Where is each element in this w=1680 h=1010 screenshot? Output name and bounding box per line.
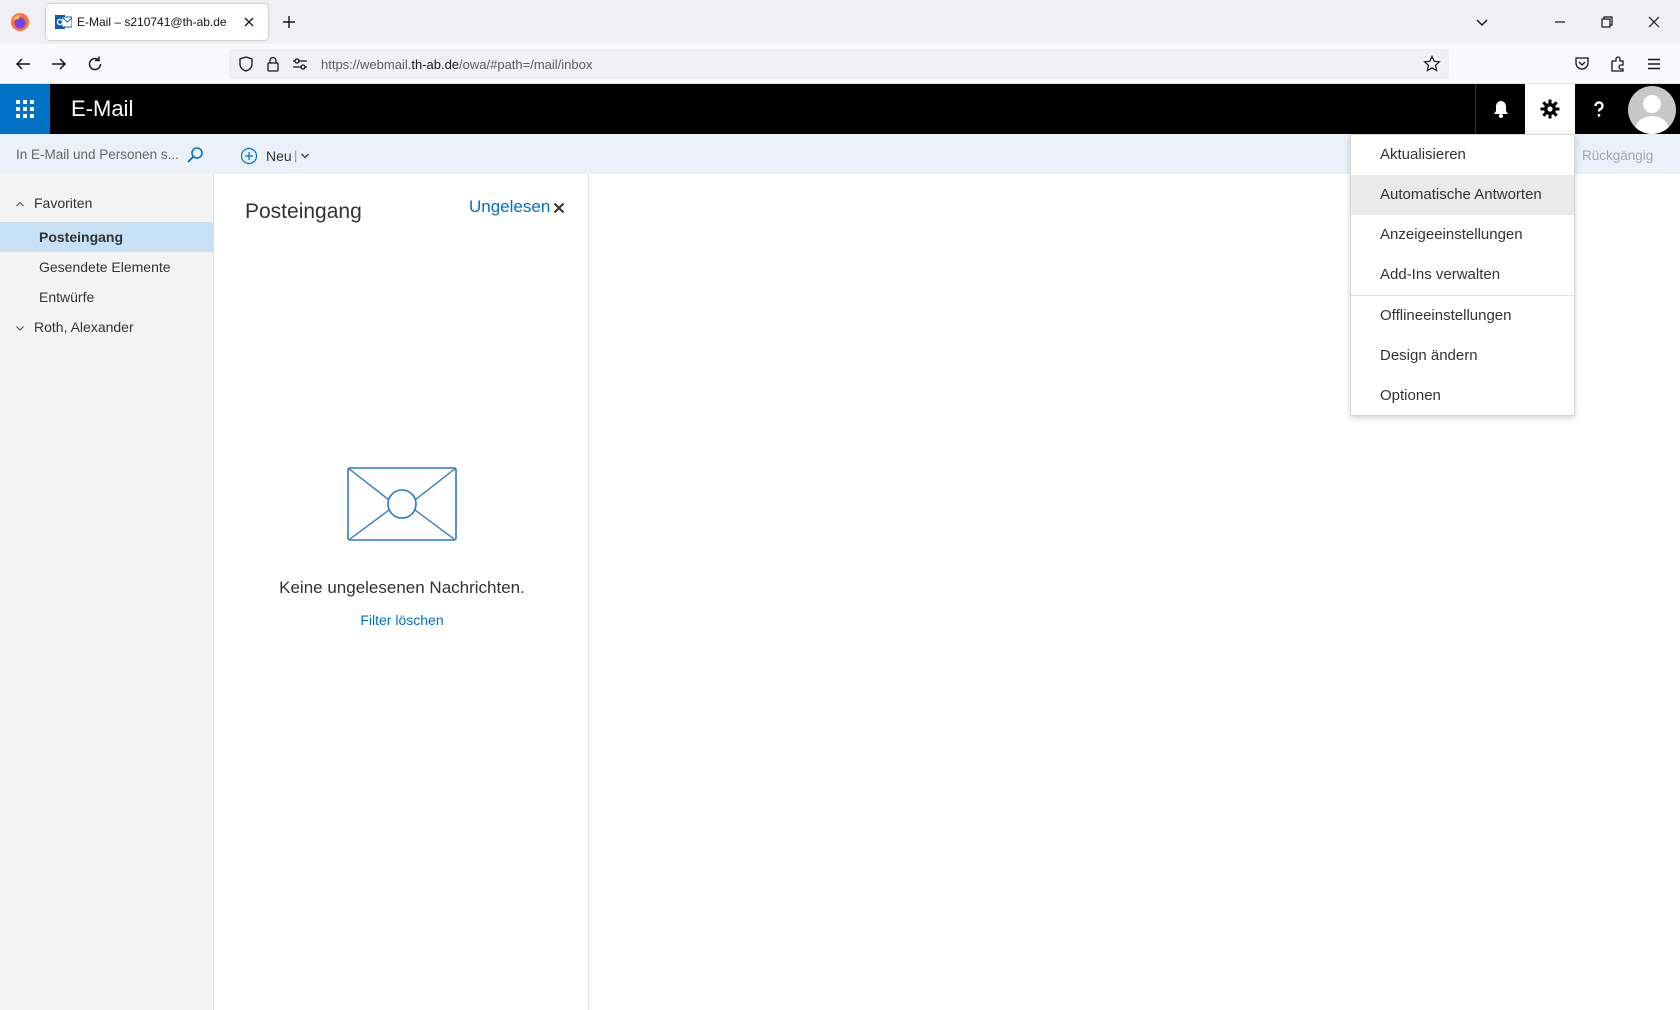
chevron-down-icon <box>16 326 24 331</box>
browser-nav-bar: https://webmail.th-ab.de/owa/#path=/mail… <box>0 44 1680 84</box>
folder-inbox[interactable]: Posteingang <box>0 222 213 252</box>
search-box[interactable]: In E-Mail und Personen s... <box>0 134 214 174</box>
clear-filter-link-text[interactable]: Filter löschen <box>360 612 443 628</box>
favorites-label: Favoriten <box>34 195 93 211</box>
folder-label: Gesendete Elemente <box>39 259 171 275</box>
notifications-bell-icon[interactable] <box>1476 84 1526 134</box>
menu-item-automatic-replies[interactable]: Automatische Antworten <box>1351 175 1574 215</box>
browser-tab-active[interactable]: E-Mail – s210741@th-ab.de <box>46 4 268 40</box>
minimize-icon[interactable] <box>1548 10 1572 34</box>
search-input[interactable]: In E-Mail und Personen s... <box>16 147 179 162</box>
firefox-logo-icon[interactable] <box>10 12 30 32</box>
undo-button[interactable]: Rückgängig <box>1582 148 1653 163</box>
menu-item-label: Aktualisieren <box>1380 146 1466 163</box>
outlook-favicon-icon <box>55 14 72 30</box>
owa-header: E-Mail <box>0 84 1680 134</box>
empty-state-text: Keine ungelesenen Nachrichten. <box>279 578 525 597</box>
new-dropdown-chevron-icon[interactable] <box>300 151 310 161</box>
folder-title: Posteingang <box>245 200 362 223</box>
folder-sent-items[interactable]: Gesendete Elemente <box>0 252 213 282</box>
filter-unread-link[interactable]: Ungelesen <box>469 197 550 217</box>
folder-pane: Favoriten Posteingang Gesendete Elemente… <box>0 174 214 1010</box>
pocket-icon[interactable] <box>1573 55 1591 73</box>
menu-item-manage-addins[interactable]: Add-Ins verwalten <box>1351 255 1574 295</box>
menu-item-options[interactable]: Optionen <box>1351 376 1574 416</box>
menu-item-label: Add-Ins verwalten <box>1380 266 1501 283</box>
restore-icon[interactable] <box>1595 10 1619 34</box>
menu-item-offline-settings[interactable]: Offlineeinstellungen <box>1351 296 1574 336</box>
new-split-divider: | <box>294 148 298 163</box>
lock-icon[interactable] <box>264 55 282 73</box>
message-list-pane: Posteingang Ungelesen Keine ungelesenen … <box>215 174 589 1010</box>
menu-item-display-settings[interactable]: Anzeigeeinstellungen <box>1351 215 1574 255</box>
permissions-icon[interactable] <box>291 55 309 73</box>
menu-hamburger-icon[interactable] <box>1645 55 1663 73</box>
user-avatar[interactable] <box>1628 86 1676 134</box>
clear-filter-link: Filter löschen <box>215 612 589 628</box>
search-icon[interactable] <box>186 146 204 164</box>
favorites-group-header[interactable]: Favoriten <box>0 190 214 216</box>
menu-item-label: Offlineeinstellungen <box>1380 307 1512 324</box>
menu-item-label: Anzeigeeinstellungen <box>1380 226 1523 243</box>
menu-item-refresh[interactable]: Aktualisieren <box>1351 135 1574 175</box>
tab-title: E-Mail – s210741@th-ab.de <box>77 15 227 29</box>
folder-label: Posteingang <box>39 229 124 245</box>
new-tab-icon[interactable] <box>281 14 297 30</box>
menu-item-label: Optionen <box>1380 387 1441 404</box>
bookmark-star-icon[interactable] <box>1423 55 1441 73</box>
address-bar[interactable]: https://webmail.th-ab.de/owa/#path=/mail… <box>229 49 1449 79</box>
help-question-icon[interactable] <box>1574 84 1624 134</box>
close-window-icon[interactable] <box>1642 10 1666 34</box>
envelope-icon <box>347 467 457 541</box>
menu-item-label: Design ändern <box>1380 347 1478 364</box>
menu-item-change-theme[interactable]: Design ändern <box>1351 336 1574 376</box>
extensions-icon[interactable] <box>1609 55 1627 73</box>
back-arrow-icon[interactable] <box>14 55 32 73</box>
forward-arrow-icon[interactable] <box>50 55 68 73</box>
list-tabs-chevron-icon[interactable] <box>1474 14 1490 30</box>
new-label: Neu <box>266 148 292 164</box>
url-text: https://webmail.th-ab.de/owa/#path=/mail… <box>321 57 593 72</box>
app-title: E-Mail <box>71 96 134 121</box>
shield-icon[interactable] <box>237 55 255 73</box>
settings-gear-icon[interactable] <box>1525 84 1575 134</box>
account-group-header[interactable]: Roth, Alexander <box>0 314 214 340</box>
reload-icon[interactable] <box>86 55 104 73</box>
folder-label: Entwürfe <box>39 289 95 305</box>
folder-drafts[interactable]: Entwürfe <box>0 282 213 312</box>
chevron-up-icon <box>16 201 24 207</box>
browser-tab-bar: E-Mail – s210741@th-ab.de <box>0 0 1680 44</box>
tab-close-icon[interactable] <box>241 14 257 30</box>
settings-menu: Aktualisieren Automatische Antworten Anz… <box>1350 134 1575 416</box>
plus-circle-icon <box>240 147 258 165</box>
clear-filter-close-icon[interactable] <box>553 202 565 214</box>
account-label: Roth, Alexander <box>34 319 134 335</box>
app-launcher-waffle-icon[interactable] <box>0 84 50 134</box>
menu-item-label: Automatische Antworten <box>1380 186 1542 203</box>
